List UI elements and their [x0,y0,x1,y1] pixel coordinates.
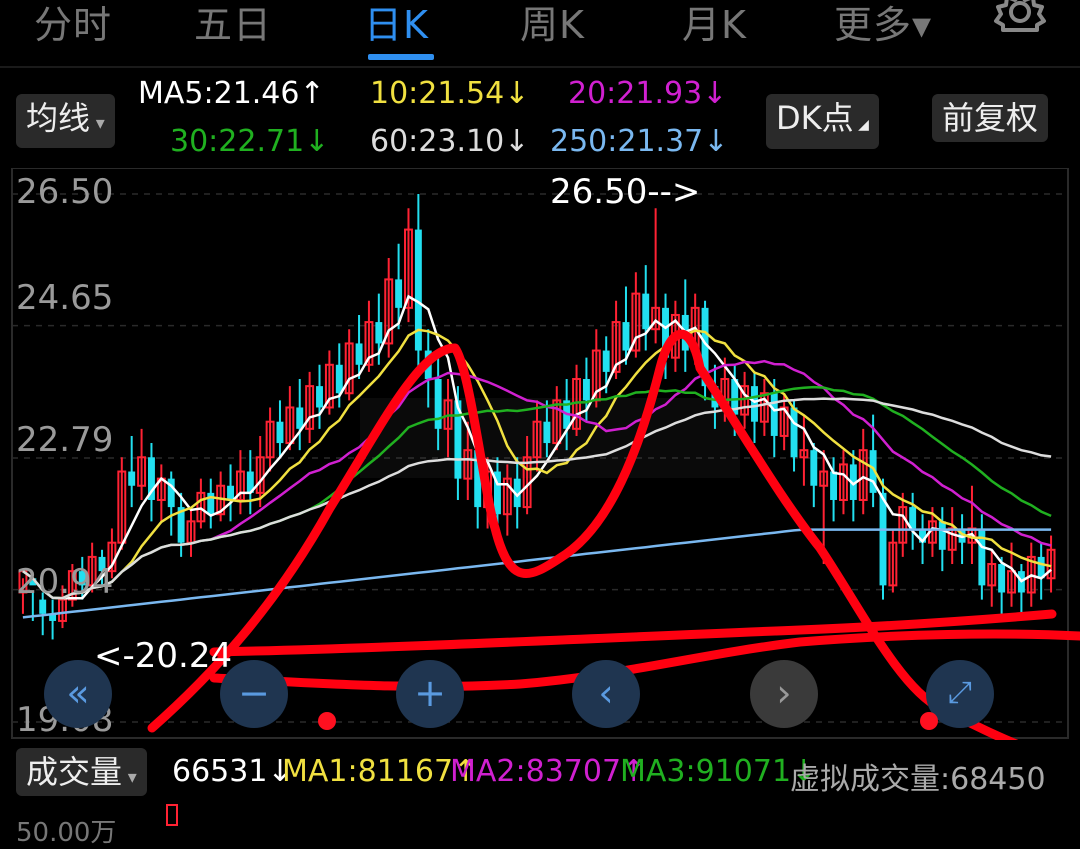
red-marker-dot [920,712,938,730]
candle-down [316,386,323,408]
candle-down [770,393,778,436]
y-tick-label: 20.94 [16,562,114,602]
candle-down [434,379,442,429]
corner-triangle-icon: ◢ [853,117,869,133]
tab-monthly-k[interactable]: 月K [682,0,747,49]
settings-gear-icon[interactable] [992,0,1048,48]
candle-down [810,450,818,486]
zoom-in-icon: + [414,671,446,715]
volume-value: 66531↓ [172,754,293,789]
candle-down [276,421,284,444]
ma250-value: 250:21.37↓ [550,124,729,159]
scroll-left-button[interactable]: ‹ [572,660,640,728]
ma10-value: 10:21.54↓ [370,76,530,111]
tab-five-day[interactable]: 五日 [194,0,272,49]
ma30-value: 30:22.71↓ [170,124,330,159]
ma20-value: 20:21.93↓ [568,76,728,111]
dropdown-arrow-icon: ▾ [122,767,137,788]
candle-down [227,485,235,500]
double-left-icon: « [66,671,90,715]
candle-down [790,407,798,458]
indicator-select-label: 均线 [26,99,91,137]
tab-more[interactable]: 更多▾ [834,0,932,49]
candle-down [128,471,136,486]
candle-down [830,471,838,500]
left-icon: ‹ [598,671,614,715]
candle-down [751,386,758,422]
active-tab-underline [368,54,434,60]
indicator-select[interactable]: 均线 ▾ [16,94,115,148]
y-tick-label: 22.79 [16,420,114,460]
candle-down [296,407,304,429]
candle-down [375,322,383,344]
volume-bar [166,804,178,826]
zoom-in-button[interactable]: + [396,660,464,728]
red-marker-dot [318,712,336,730]
candle-down [395,279,403,308]
candle-down [879,492,887,586]
high-price-label: 26.50--> [550,172,701,212]
zoom-out-button[interactable]: − [220,660,288,728]
ma5-value: MA5:21.46↑ [138,76,325,111]
volume-ma1: MA1:81167↑ [282,754,479,789]
candle-down [998,564,1006,593]
dk-point-button[interactable]: DK点 ◢ [766,94,879,149]
candle-down [602,350,610,372]
period-tab-bar: 分时 五日 日K 周K 月K 更多▾ [0,0,1080,64]
low-price-label: <-20.24 [94,636,233,676]
y-tick-label: 24.65 [16,278,114,318]
volume-ma2: MA2:83707↑ [450,754,647,789]
scroll-right-button[interactable]: › [750,660,818,728]
candle-down [543,421,551,444]
forward-adjust-button[interactable]: 前复权 [932,94,1049,142]
candle-down [335,364,343,394]
tab-intraday[interactable]: 分时 [34,0,112,49]
volume-axis-label: 50.00万 [16,818,117,848]
ma60-value: 60:23.10↓ [370,124,530,159]
volume-ma3: MA3:91071↓ [620,754,817,789]
candle-down [642,293,650,330]
zoom-out-icon: − [238,671,270,715]
dk-point-label: DK点 [776,99,854,137]
dropdown-arrow-icon: ▾ [90,113,105,134]
volume-select-label: 成交量 [26,753,123,791]
tab-daily-k[interactable]: 日K [364,0,429,49]
candle-down [938,521,946,550]
right-icon: › [776,671,792,715]
volume-select[interactable]: 成交量 ▾ [16,748,147,796]
virtual-volume: 虚拟成交量:68450 [790,762,1046,797]
header-divider [0,66,1080,68]
y-tick-label: 26.50 [16,172,114,212]
candle-down [582,379,590,401]
scroll-to-start-button[interactable]: « [44,660,112,728]
tab-weekly-k[interactable]: 周K [520,0,585,49]
candle-down [622,322,630,351]
candle-down [355,343,363,365]
